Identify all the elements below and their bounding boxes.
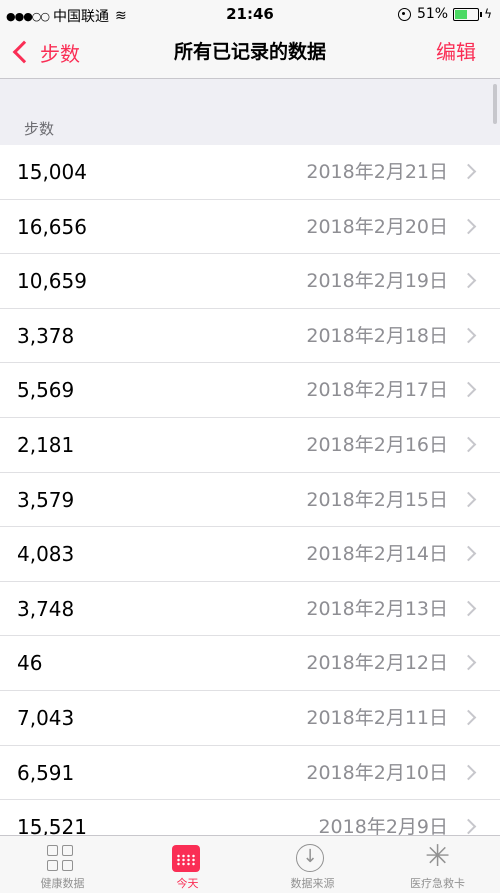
list-item[interactable]: 3,378 2018年2月18日 — [0, 309, 500, 364]
chevron-right-icon — [460, 436, 477, 453]
list-item[interactable]: 7,043 2018年2月11日 — [0, 691, 500, 746]
step-count: 4,083 — [17, 542, 75, 567]
calendar-icon — [172, 845, 200, 872]
tab-today[interactable]: 今天 — [125, 836, 250, 893]
record-date: 2018年2月19日 — [306, 270, 448, 293]
chevron-right-icon — [460, 764, 477, 780]
record-date: 2018年2月13日 — [306, 597, 448, 620]
tab-medical-id[interactable]: ✳ 医疗急救卡 — [375, 836, 500, 893]
chevron-right-icon — [460, 491, 477, 507]
record-date: 2018年2月16日 — [306, 433, 448, 456]
chevron-right-icon — [460, 218, 477, 234]
step-count: 3,748 — [17, 596, 75, 621]
scroll-indicator[interactable] — [493, 84, 497, 124]
section-header: 步数 — [24, 120, 55, 138]
step-count: 46 — [17, 651, 43, 676]
tab-sources[interactable]: ↓ 数据来源 — [250, 836, 375, 893]
step-count: 5,569 — [17, 378, 75, 403]
tab-health-data[interactable]: 健康数据 — [0, 836, 125, 893]
tab-label: 数据来源 — [290, 877, 335, 890]
list-item[interactable]: 15,004 2018年2月21日 — [0, 145, 500, 200]
step-count: 6,591 — [17, 760, 75, 785]
step-count: 3,579 — [17, 487, 75, 512]
chevron-right-icon — [460, 600, 477, 617]
chevron-right-icon — [460, 272, 477, 289]
list-item[interactable]: 16,656 2018年2月20日 — [0, 200, 500, 255]
chevron-right-icon — [460, 545, 477, 562]
record-date: 2018年2月9日 — [318, 816, 448, 835]
chevron-right-icon — [460, 655, 477, 671]
battery-icon — [453, 7, 480, 21]
chevron-right-icon — [460, 709, 477, 726]
record-date: 2018年2月15日 — [306, 488, 448, 511]
navigation-bar: 步数 所有已记录的数据 编辑 — [0, 30, 500, 79]
chevron-right-icon — [460, 327, 477, 344]
record-date: 2018年2月14日 — [306, 543, 448, 566]
list-item[interactable]: 15,521 2018年2月9日 — [0, 800, 500, 835]
tab-label: 健康数据 — [40, 877, 85, 890]
battery-fill — [455, 9, 468, 19]
status-bar: ●●●○○ 中国联通 ≋ 21:46 51% ϟ — [0, 0, 500, 30]
chevron-right-icon — [460, 382, 477, 398]
step-count: 2,181 — [17, 432, 75, 457]
edit-button[interactable]: 编辑 — [436, 30, 476, 74]
record-date: 2018年2月11日 — [306, 706, 448, 729]
record-date: 2018年2月18日 — [306, 324, 448, 347]
record-date: 2018年2月20日 — [306, 215, 448, 238]
asterisk-icon: ✳ — [425, 839, 451, 874]
grid-icon — [47, 845, 75, 873]
record-date: 2018年2月10日 — [306, 761, 448, 784]
list-item[interactable]: 10,659 2018年2月19日 — [0, 254, 500, 309]
step-count: 16,656 — [17, 214, 87, 239]
tab-label: 今天 — [176, 877, 199, 890]
orientation-lock-icon — [397, 7, 411, 21]
battery-cap — [480, 11, 483, 17]
chevron-right-icon — [460, 163, 477, 180]
list-item[interactable]: 3,748 2018年2月13日 — [0, 582, 500, 637]
page-title: 所有已记录的数据 — [173, 41, 326, 63]
list-item[interactable]: 4,083 2018年2月14日 — [0, 527, 500, 582]
battery-percent: 51% — [416, 6, 449, 22]
list-item[interactable]: 3,579 2018年2月15日 — [0, 473, 500, 528]
list-item[interactable]: 46 2018年2月12日 — [0, 636, 500, 691]
status-right: 51% ϟ — [397, 6, 492, 22]
step-count: 15,521 — [17, 815, 87, 835]
list-item[interactable]: 2,181 2018年2月16日 — [0, 418, 500, 473]
step-count: 15,004 — [17, 160, 87, 184]
tab-bar: 健康数据 今天 ↓ 数据来源 ✳ 医疗急救卡 — [0, 835, 500, 893]
list-item[interactable]: 6,591 2018年2月10日 — [0, 746, 500, 801]
tab-label: 医疗急救卡 — [410, 877, 465, 890]
step-count: 7,043 — [17, 705, 75, 730]
record-date: 2018年2月21日 — [306, 161, 448, 183]
record-date: 2018年2月12日 — [306, 652, 448, 675]
step-count: 3,378 — [17, 323, 75, 348]
download-icon: ↓ — [296, 844, 324, 872]
list-item[interactable]: 5,569 2018年2月17日 — [0, 363, 500, 418]
step-records-list: 15,004 2018年2月21日 16,656 2018年2月20日 10,659 20… — [0, 145, 500, 835]
chevron-right-icon — [460, 818, 477, 835]
charging-bolt-icon: ϟ — [484, 7, 492, 21]
record-date: 2018年2月17日 — [306, 379, 448, 402]
step-count: 10,659 — [17, 269, 87, 294]
